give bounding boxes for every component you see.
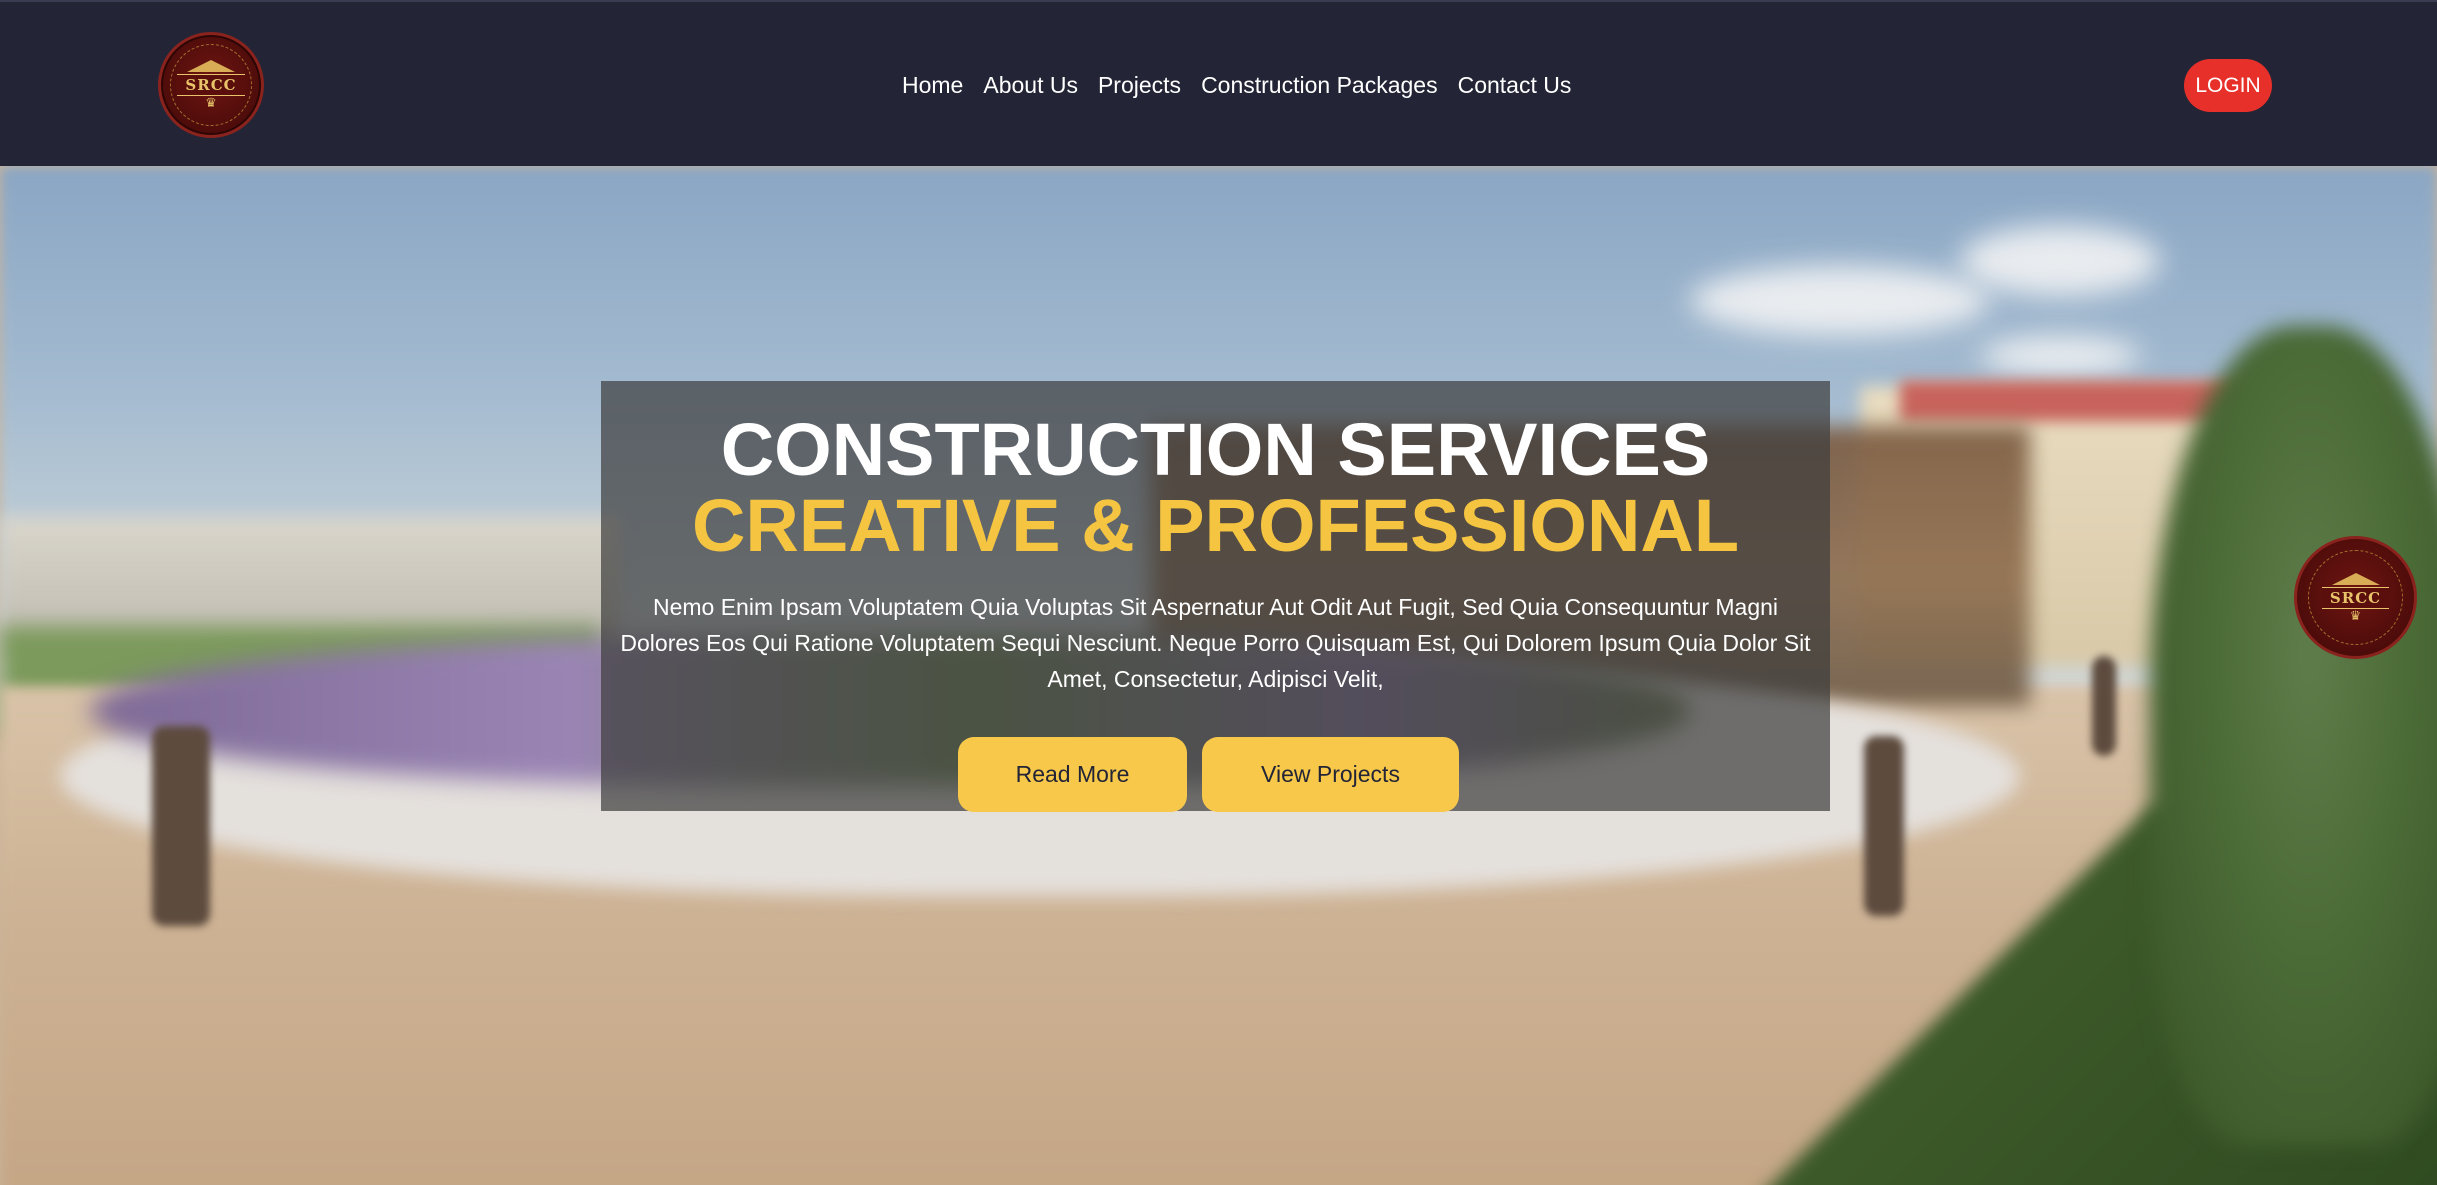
login-button[interactable]: LOGIN — [2184, 59, 2272, 112]
crown-icon: ♛ — [205, 95, 217, 110]
person-figure — [2092, 656, 2116, 756]
person-figure — [1864, 736, 1904, 916]
logo-roof-icon — [2331, 572, 2380, 585]
view-projects-button[interactable]: View Projects — [1202, 737, 1459, 812]
top-navigation-bar: SRCC ♛ Home About Us Projects Constructi… — [0, 0, 2437, 166]
floating-logo-badge[interactable]: SRCC ♛ — [2294, 536, 2417, 659]
site-logo[interactable]: SRCC ♛ — [158, 32, 264, 138]
hero-title: CONSTRUCTION SERVICES — [720, 408, 1711, 491]
read-more-button[interactable]: Read More — [958, 737, 1187, 812]
nav-item-home[interactable]: Home — [892, 68, 973, 102]
logo-text: SRCC — [177, 74, 245, 96]
badge-logo-text: SRCC — [2321, 586, 2390, 609]
nav-item-projects[interactable]: Projects — [1088, 68, 1191, 102]
nav-item-construction-packages[interactable]: Construction Packages — [1191, 68, 1448, 102]
cloud — [1690, 266, 1990, 336]
hero-card: CONSTRUCTION SERVICES CREATIVE & PROFESS… — [601, 381, 1830, 812]
nav-item-about-us[interactable]: About Us — [973, 68, 1088, 102]
nav-item-contact-us[interactable]: Contact Us — [1448, 68, 1582, 102]
logo-roof-icon — [187, 60, 235, 72]
hero-description: Nemo Enim Ipsam Voluptatem Quia Voluptas… — [620, 594, 1811, 692]
crown-icon: ♛ — [2349, 607, 2362, 623]
cloud — [1980, 336, 2140, 376]
cloud — [1960, 226, 2160, 296]
hero-subtitle: CREATIVE & PROFESSIONAL — [691, 484, 1740, 567]
person-figure — [152, 726, 210, 926]
tree — [2150, 326, 2437, 1146]
page: SRCC ♛ Home About Us Projects Constructi… — [0, 0, 2437, 1185]
